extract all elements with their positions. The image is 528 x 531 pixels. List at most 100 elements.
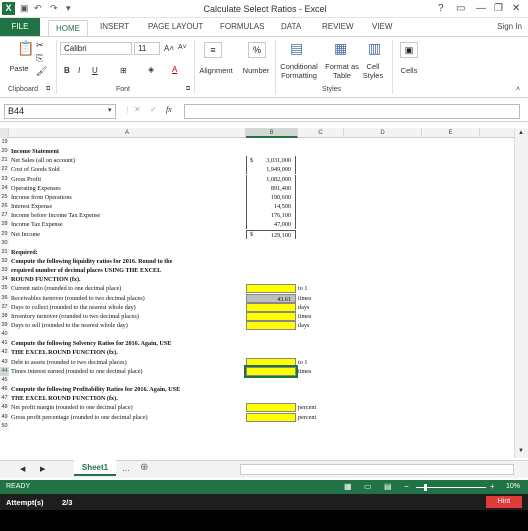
row-number[interactable]: 32 [0,256,9,266]
horizontal-scrollbar[interactable] [240,464,514,475]
col-header-e[interactable]: E [422,128,480,138]
row-number[interactable]: 35 [0,284,9,294]
cell-a[interactable]: Compute the following Profitability Rati… [11,385,180,394]
ribbon-display-icon[interactable]: ▭ [456,3,465,14]
alignment-icon[interactable]: ≡ [204,42,222,58]
cell-b[interactable] [246,266,296,275]
cell-b[interactable]: 3,031,000 [246,156,296,166]
answer-cell[interactable] [246,412,296,422]
tab-insert[interactable]: INSERT [100,22,129,31]
row-number[interactable]: 20 [0,147,9,157]
cell-b[interactable] [246,147,296,156]
worksheet-grid[interactable]: 19 20 Income Statement 21 Net Sales (all on … [0,138,528,458]
col-header-d[interactable]: D [344,128,422,138]
row-number[interactable]: 26 [0,202,9,212]
zoom-out-icon[interactable]: − [404,482,409,491]
underline-button[interactable]: U [92,66,98,75]
cell-b[interactable] [246,138,296,147]
format-table-icon[interactable]: ▦ [334,40,347,57]
cell-c[interactable]: times [298,294,311,303]
cell-a[interactable]: Gross Profit [11,175,41,184]
row-number[interactable]: 42 [0,348,9,358]
percent-icon[interactable]: % [248,42,266,58]
italic-button[interactable]: I [78,66,80,75]
cell-a[interactable]: required number of decimal places USING … [11,266,161,275]
paste-button[interactable]: Paste [6,64,32,73]
conditional-formatting-icon[interactable]: ▤ [290,40,303,57]
name-box[interactable]: B44 [4,104,116,119]
cell-b[interactable] [246,248,296,257]
cell-c[interactable]: days [298,303,309,312]
customize-qat-icon[interactable]: ▾ [66,3,71,14]
cell-a[interactable]: Income before Income Tax Expense [11,211,100,220]
answer-cell[interactable] [244,364,298,378]
save-icon[interactable]: ▣ [20,3,29,14]
close-button[interactable]: ✕ [512,3,520,14]
vertical-scrollbar[interactable] [514,128,528,458]
restore-icon[interactable]: ❐ [494,3,503,14]
row-number[interactable]: 31 [0,247,9,257]
cell-b[interactable] [246,422,296,431]
cell-c[interactable]: days [298,321,309,330]
cell-b[interactable] [246,376,296,385]
cell-c[interactable]: to 1 [298,358,307,367]
row-number[interactable]: 44 [0,366,9,376]
redo-icon[interactable]: ↷ [50,3,58,14]
row-number[interactable]: 50 [0,421,9,431]
row-number[interactable]: 25 [0,192,9,202]
cancel-icon[interactable]: ✕ [134,105,141,114]
row-number[interactable]: 40 [0,330,9,340]
minimize-button[interactable]: — [476,3,486,14]
cell-a[interactable]: Interest Expense [11,202,52,211]
row-number[interactable]: 43 [0,357,9,367]
cell-b[interactable] [246,239,296,248]
scroll-up-icon[interactable]: ▲ [518,130,524,136]
tab-home[interactable]: HOME [48,20,88,37]
cell-a[interactable]: Current ratio (rounded to one decimal pl… [11,284,121,293]
cells-button[interactable]: Cells [396,66,422,75]
cell-a[interactable]: Required: [11,248,38,257]
help-button[interactable]: ? [438,3,444,14]
col-header-b[interactable]: B [246,128,298,138]
cell-a[interactable]: Days to collect (rounded to the nearest … [11,303,136,312]
cell-b[interactable] [246,339,296,348]
row-number[interactable]: 48 [0,403,9,413]
cell-a[interactable]: THE EXCEL ROUND FUNCTION (fx). [11,394,118,403]
row-number[interactable]: 30 [0,238,9,248]
zoom-in-icon[interactable]: + [490,482,495,491]
row-number[interactable]: 36 [0,293,9,303]
cell-a[interactable]: Net Sales (all on account) [11,156,75,165]
row-number[interactable]: 28 [0,220,9,230]
cell-a[interactable]: Income Tax Expense [11,220,63,229]
alignment-button[interactable]: Alignment [197,66,235,75]
cell-styles-button[interactable]: Cell Styles [360,62,386,80]
cell-a[interactable]: Inventory turnover (rounded to two decim… [11,312,139,321]
cell-b[interactable] [246,330,296,339]
cell-a[interactable]: Days to sell (rounded to the nearest who… [11,321,128,330]
number-button[interactable]: Number [240,66,272,75]
cell-c[interactable]: percent [298,413,316,422]
cell-b[interactable] [246,348,296,357]
borders-icon[interactable]: ⊞ [120,66,127,75]
cell-b[interactable] [246,385,296,394]
cut-icon[interactable]: ✂ [36,40,44,51]
cell-a[interactable]: THE EXCEL ROUND FUNCTION (fx). [11,348,118,357]
row-number[interactable]: 24 [0,183,9,193]
tab-data[interactable]: DATA [281,22,301,31]
undo-icon[interactable]: ↶ [34,3,42,14]
select-all-corner[interactable] [0,128,9,138]
fill-color-icon[interactable]: ◈ [148,65,154,74]
row-number[interactable]: 29 [0,229,9,239]
cell-c[interactable]: percent [298,403,316,412]
tab-file[interactable]: FILE [0,18,40,36]
answer-cell[interactable] [246,321,296,330]
answer-cell[interactable] [246,357,296,367]
cell-a[interactable]: Operating Expenses [11,184,61,193]
answer-cell[interactable]: 43.61 [246,293,296,303]
cell-b[interactable]: 47,000 [246,220,296,230]
zoom-level[interactable]: 10% [506,483,520,490]
formula-input[interactable] [184,104,520,119]
cell-a[interactable]: Income from Operations [11,193,72,202]
enter-icon[interactable]: ✓ [150,105,157,114]
tab-review[interactable]: REVIEW [322,22,354,31]
